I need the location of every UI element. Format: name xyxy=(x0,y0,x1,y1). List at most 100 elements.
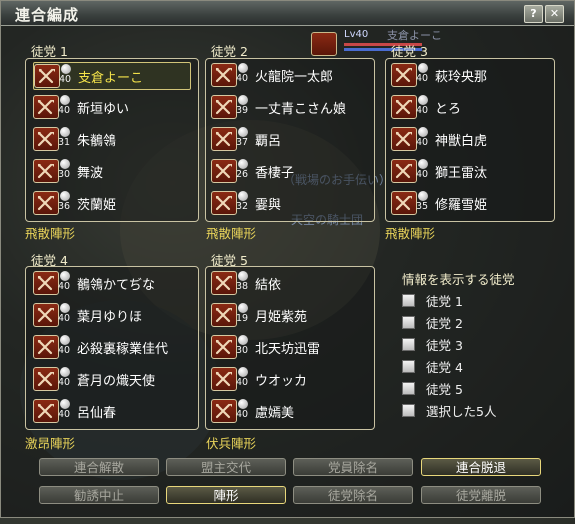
status-dot-icon xyxy=(60,367,70,377)
top-status-level: Lv40 xyxy=(344,29,369,40)
target-icon xyxy=(311,32,337,56)
member-row[interactable]: 40 支倉よーこ xyxy=(33,62,191,90)
member-row[interactable]: 40 呂仙春 xyxy=(33,398,187,424)
member-row[interactable]: 19 月姫紫苑 xyxy=(211,302,365,328)
crossed-swords-icon xyxy=(33,303,59,327)
crossed-swords-icon xyxy=(33,399,59,423)
member-row[interactable]: 40 とろ xyxy=(391,94,545,120)
member-status: 35 xyxy=(416,190,430,214)
member-row[interactable]: 30 舞波 xyxy=(33,158,189,184)
info-option-row[interactable]: 徒党 3 xyxy=(402,335,463,353)
member-row[interactable]: 37 覇呂 xyxy=(211,126,365,152)
member-row[interactable]: 31 朱鶺鴒 xyxy=(33,126,189,152)
info-option-checkbox[interactable] xyxy=(402,403,415,417)
member-row[interactable]: 40 蒼月の熾天使 xyxy=(33,366,187,392)
member-level: 40 xyxy=(416,73,429,84)
member-row[interactable]: 32 霎與 xyxy=(211,190,365,216)
member-row[interactable]: 35 修羅雪姫 xyxy=(391,190,545,216)
info-option-row[interactable]: 徒党 1 xyxy=(402,291,463,309)
status-dot-icon xyxy=(238,63,248,73)
formation-label-4[interactable]: 激昂陣形 xyxy=(25,433,75,452)
info-option-row[interactable]: 徒党 5 xyxy=(402,379,463,397)
crossed-swords-icon xyxy=(34,64,60,88)
member-name: 呂仙春 xyxy=(77,406,117,421)
member-status: 40 xyxy=(416,62,430,86)
status-dot-icon xyxy=(238,335,248,345)
member-row[interactable]: 40 鶺鴒かてぢな xyxy=(33,270,187,296)
status-dot-icon xyxy=(238,127,248,137)
crossed-swords-icon xyxy=(391,127,417,151)
formation-label-3[interactable]: 飛散陣形 xyxy=(385,223,435,242)
info-option-label: 徒党 1 xyxy=(426,293,463,309)
member-name: 神獣白虎 xyxy=(435,134,488,149)
member-row[interactable]: 40 必殺裏稼業佳代 xyxy=(33,334,187,360)
info-option-checkbox[interactable] xyxy=(402,315,415,329)
member-row[interactable]: 38 結依 xyxy=(211,270,365,296)
member-level: 40 xyxy=(236,409,249,420)
member-status: 36 xyxy=(58,190,72,214)
member-level: 32 xyxy=(236,201,249,212)
crossed-swords-icon xyxy=(211,127,237,151)
info-option-row[interactable]: 選択した5人 xyxy=(402,401,496,419)
status-dot-icon xyxy=(418,159,428,169)
member-level: 40 xyxy=(236,377,249,388)
action-button[interactable]: 連合脱退 xyxy=(421,458,541,476)
member-row[interactable]: 40 火龍院一太郎 xyxy=(211,62,365,88)
action-button[interactable]: 盟主交代 xyxy=(166,458,286,476)
info-option-row[interactable]: 徒党 4 xyxy=(402,357,463,375)
member-name: 香棲子 xyxy=(255,166,295,181)
member-level: 40 xyxy=(416,169,429,180)
member-row[interactable]: 40 新垣ゆい xyxy=(33,94,189,120)
member-row[interactable]: 36 茨蘭姫 xyxy=(33,190,189,216)
title-bar[interactable]: 連合編成 ? ✕ xyxy=(1,1,574,26)
info-option-row[interactable]: 徒党 2 xyxy=(402,313,463,331)
info-panel-title: 情報を表示する徒党 xyxy=(402,272,515,287)
member-level: 40 xyxy=(58,409,71,420)
action-button[interactable]: 徒党離脱 xyxy=(421,486,541,504)
member-level: 40 xyxy=(58,377,71,388)
status-dot-icon xyxy=(418,95,428,105)
action-button[interactable]: 連合解散 xyxy=(39,458,159,476)
action-button[interactable]: 徒党除名 xyxy=(293,486,413,504)
status-dot-icon xyxy=(418,191,428,201)
member-name: 萩玲央那 xyxy=(435,70,488,85)
member-row[interactable]: 40 萩玲央那 xyxy=(391,62,545,88)
action-button[interactable]: 党員除名 xyxy=(293,458,413,476)
member-name: 霎與 xyxy=(255,198,282,213)
help-button[interactable]: ? xyxy=(524,5,543,23)
member-name: 火龍院一太郎 xyxy=(255,70,334,85)
info-option-checkbox[interactable] xyxy=(402,337,415,351)
member-row[interactable]: 40 神獣白虎 xyxy=(391,126,545,152)
member-name: 蒼月の熾天使 xyxy=(77,374,156,389)
formation-label-2[interactable]: 飛散陣形 xyxy=(206,223,256,242)
info-option-checkbox[interactable] xyxy=(402,381,415,395)
info-option-label: 徒党 5 xyxy=(426,381,463,397)
member-status: 32 xyxy=(236,190,250,214)
formation-label-1[interactable]: 飛散陣形 xyxy=(25,223,75,242)
member-row[interactable]: 40 葉月ゆりほ xyxy=(33,302,187,328)
member-row[interactable]: 40 慮嫣美 xyxy=(211,398,365,424)
info-option-checkbox[interactable] xyxy=(402,293,415,307)
action-button[interactable]: 勧誘中止 xyxy=(39,486,159,504)
formation-label-5[interactable]: 伏兵陣形 xyxy=(206,433,256,452)
crossed-swords-icon xyxy=(33,159,59,183)
member-status: 40 xyxy=(416,126,430,150)
member-row[interactable]: 30 北天坊迅雷 xyxy=(211,334,365,360)
member-row[interactable]: 40 獅王雷汰 xyxy=(391,158,545,184)
member-level: 19 xyxy=(236,313,249,324)
member-row[interactable]: 26 香棲子 xyxy=(211,158,365,184)
member-level: 37 xyxy=(236,137,249,148)
member-row[interactable]: 40 ウオッカ xyxy=(211,366,365,392)
crossed-swords-icon xyxy=(211,191,237,215)
member-level: 30 xyxy=(58,169,71,180)
crossed-swords-icon xyxy=(391,191,417,215)
status-dot-icon xyxy=(418,127,428,137)
close-button[interactable]: ✕ xyxy=(545,5,564,23)
member-status: 40 xyxy=(58,94,72,118)
action-button[interactable]: 陣形 xyxy=(166,486,286,504)
crossed-swords-icon xyxy=(391,159,417,183)
info-option-checkbox[interactable] xyxy=(402,359,415,373)
member-row[interactable]: 39 一丈青こさん娘 xyxy=(211,94,365,120)
status-dot-icon xyxy=(238,159,248,169)
status-dot-icon xyxy=(60,159,70,169)
